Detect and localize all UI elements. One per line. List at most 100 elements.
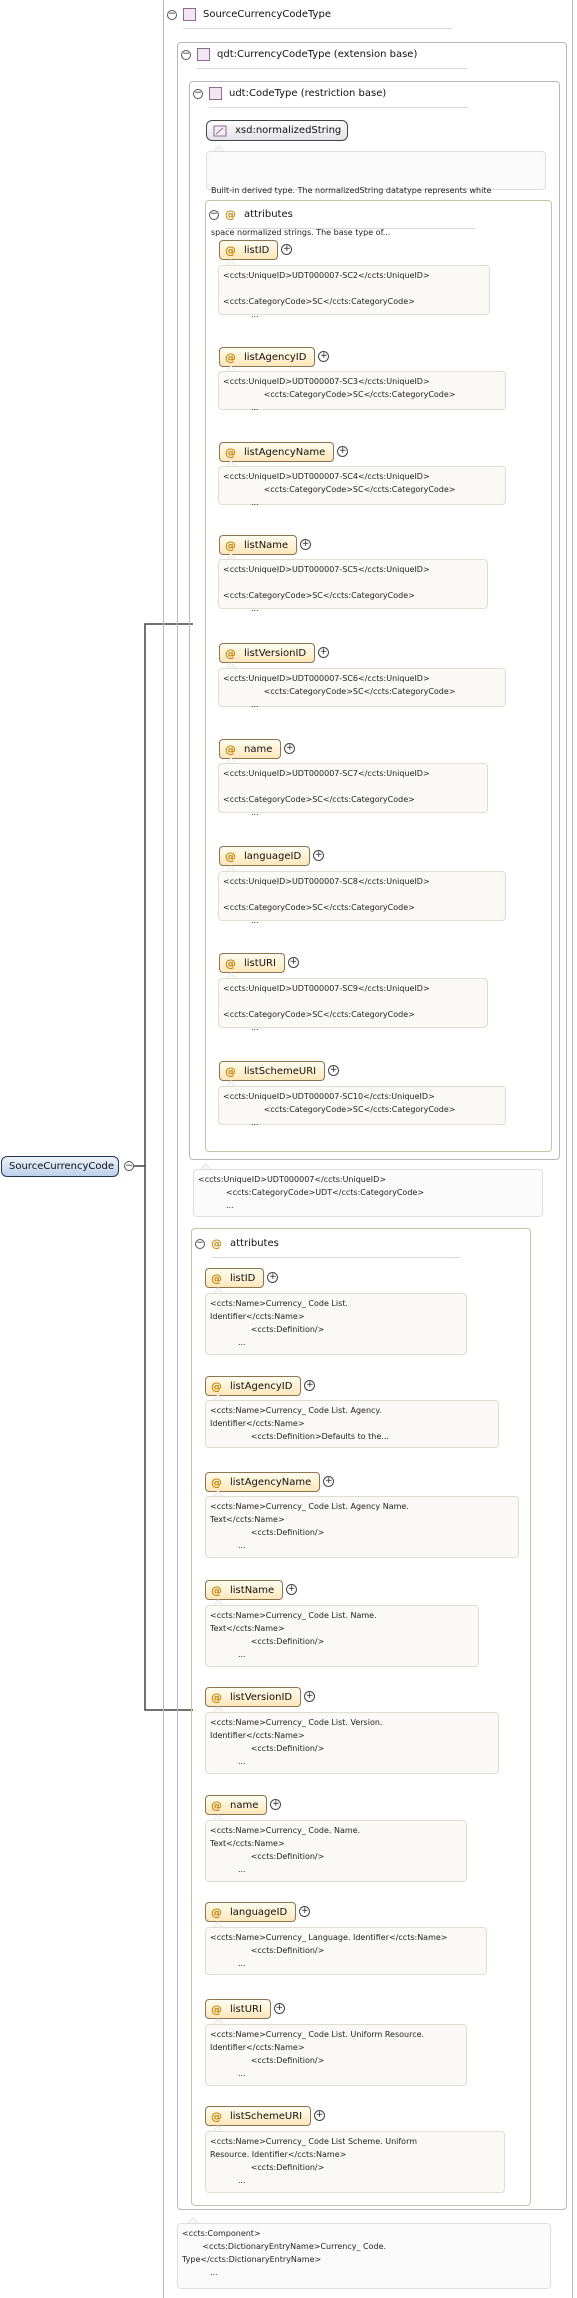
complex-type-icon: [183, 8, 196, 21]
inner-attribute-name[interactable]: @ name: [219, 739, 282, 759]
outer-attribute-languageID[interactable]: @ languageID: [205, 1902, 297, 1922]
component-doc: <ccts:Component> <ccts:DictionaryEntryNa…: [177, 2223, 551, 2289]
extension-toggle[interactable]: −: [181, 49, 191, 60]
restriction-icon: [209, 87, 222, 100]
attribute-icon: @: [211, 1798, 222, 1812]
attribute-icon: @: [211, 1379, 222, 1393]
extension-label: qdt:CurrencyCodeType (extension base): [217, 49, 418, 60]
attribute-label: listURI: [230, 2003, 262, 2015]
normalized-string-box[interactable]: xsd:normalizedString: [206, 120, 348, 141]
outer-attribute-listURI[interactable]: @ listURI: [205, 1999, 271, 2019]
restriction-header[interactable]: − udt:CodeType (restriction base): [193, 87, 386, 100]
attribute-icon: @: [225, 350, 236, 364]
attribute-label: listAgencyID: [244, 351, 307, 363]
normalized-string-doc-line-1: Built-in derived type. The normalizedStr…: [211, 186, 492, 195]
attribute-label: name: [230, 1799, 259, 1811]
normalized-string-doc: Built-in derived type. The normalizedStr…: [206, 151, 546, 237]
attribute-icon: @: [211, 1583, 222, 1597]
outer-attributes-toggle[interactable]: −: [195, 1238, 205, 1249]
attribute-label: listAgencyName: [244, 446, 326, 458]
restriction-divider: [209, 107, 469, 108]
inner-attributes-divider: [225, 228, 475, 229]
inner-attributes-header[interactable]: − @ attributes: [209, 208, 293, 221]
extension-icon: [197, 48, 210, 61]
attribute-label: listAgencyName: [230, 1476, 312, 1488]
restriction-doc: <ccts:UniqueID>UDT000007</ccts:UniqueID>…: [193, 1169, 543, 1217]
attribute-documentation: <ccts:UniqueID>UDT000007-SC10</ccts:Uniq…: [218, 1086, 506, 1127]
restriction-label: udt:CodeType (restriction base): [229, 88, 387, 99]
root-collapse-toggle[interactable]: −: [124, 1161, 134, 1171]
inner-attribute-listName[interactable]: @ listName: [219, 535, 298, 555]
inner-attributes-label: attributes: [244, 209, 293, 220]
extension-header[interactable]: − qdt:CurrencyCodeType (extension base): [181, 48, 417, 61]
attribute-documentation: <ccts:UniqueID>UDT000007-SC2</ccts:Uniqu…: [218, 265, 490, 319]
attribute-documentation: <ccts:UniqueID>UDT000007-SC3</ccts:Uniqu…: [218, 371, 506, 412]
attribute-documentation: <ccts:Name>Currency_ Code List. Agency. …: [205, 1400, 499, 1448]
attribute-documentation: <ccts:UniqueID>UDT000007-SC8</ccts:Uniqu…: [218, 871, 506, 925]
restriction-toggle[interactable]: −: [193, 88, 203, 99]
inner-attributes-toggle[interactable]: −: [209, 209, 219, 220]
inner-attribute-listVersionID[interactable]: @ listVersionID: [219, 643, 316, 663]
attribute-documentation: <ccts:UniqueID>UDT000007-SC9</ccts:Uniqu…: [218, 978, 488, 1032]
inner-attribute-listURI[interactable]: @ listURI: [219, 953, 285, 973]
inner-attribute-listAgencyName[interactable]: @ listAgencyName: [219, 442, 335, 462]
attribute-label: listSchemeURI: [244, 1065, 317, 1077]
outer-attribute-listName[interactable]: @ listName: [205, 1580, 284, 1600]
attribute-icon: @: [225, 956, 236, 970]
attribute-documentation: <ccts:Name>Currency_ Code List. Identifi…: [205, 1293, 467, 1355]
attribute-documentation: <ccts:Name>Currency_ Code List. Version.…: [205, 1712, 499, 1774]
attribute-documentation: <ccts:Name>Currency_ Code List. Agency N…: [205, 1496, 519, 1558]
attributes-icon: @: [211, 1237, 222, 1250]
attribute-icon: @: [211, 2109, 222, 2123]
outer-attributes-divider: [211, 1257, 461, 1258]
simple-type-icon: [213, 125, 227, 136]
attribute-icon: @: [225, 243, 236, 257]
complex-type-divider: [183, 28, 453, 29]
attribute-icon: @: [211, 1690, 222, 1704]
inner-attribute-listAgencyID[interactable]: @ listAgencyID: [219, 347, 316, 367]
attribute-documentation: <ccts:UniqueID>UDT000007-SC5</ccts:Uniqu…: [218, 559, 488, 613]
attribute-icon: @: [225, 742, 236, 756]
attribute-icon: @: [211, 1475, 222, 1489]
attribute-documentation: <ccts:UniqueID>UDT000007-SC6</ccts:Uniqu…: [218, 668, 506, 709]
outer-attributes-label: attributes: [230, 1238, 279, 1249]
attribute-label: listName: [244, 539, 289, 551]
attribute-documentation: <ccts:UniqueID>UDT000007-SC4</ccts:Uniqu…: [218, 466, 506, 507]
extension-divider: [197, 68, 467, 69]
outer-attribute-listID[interactable]: @ listID: [205, 1268, 265, 1288]
attributes-icon: @: [225, 208, 236, 221]
attribute-label: listID: [244, 244, 270, 256]
attribute-label: listID: [230, 1272, 256, 1284]
normalized-string-label: xsd:normalizedString: [235, 125, 342, 136]
attribute-label: listVersionID: [244, 647, 307, 659]
attribute-label: listVersionID: [230, 1691, 293, 1703]
attribute-documentation: <ccts:Name>Currency_ Code List. Name. Te…: [205, 1605, 479, 1667]
outer-attribute-listAgencyName[interactable]: @ listAgencyName: [205, 1472, 321, 1492]
complex-type-toggle[interactable]: −: [167, 9, 177, 20]
root-element-label: SourceCurrencyCode: [9, 1161, 114, 1172]
outer-attribute-listVersionID[interactable]: @ listVersionID: [205, 1687, 302, 1707]
attribute-documentation: <ccts:UniqueID>UDT000007-SC7</ccts:Uniqu…: [218, 763, 488, 817]
outer-attribute-listAgencyID[interactable]: @ listAgencyID: [205, 1376, 302, 1396]
inner-attribute-languageID[interactable]: @ languageID: [219, 846, 311, 866]
attribute-icon: @: [211, 1271, 222, 1285]
root-element-box[interactable]: SourceCurrencyCode: [1, 1156, 119, 1177]
outer-attributes-header[interactable]: − @ attributes: [195, 1237, 279, 1250]
inner-attribute-listID[interactable]: @ listID: [219, 240, 279, 260]
outer-attribute-name[interactable]: @ name: [205, 1795, 268, 1815]
attribute-icon: @: [225, 538, 236, 552]
attribute-documentation: <ccts:Name>Currency_ Language. Identifie…: [205, 1927, 487, 1975]
attribute-label: listName: [230, 1584, 275, 1596]
expand-plus-icon[interactable]: +: [287, 957, 299, 968]
attribute-icon: @: [225, 1064, 236, 1078]
attribute-label: listAgencyID: [230, 1380, 293, 1392]
attribute-icon: @: [225, 849, 236, 863]
inner-attribute-listSchemeURI[interactable]: @ listSchemeURI: [219, 1061, 326, 1081]
attribute-label: listURI: [244, 957, 276, 969]
attribute-label: name: [244, 743, 273, 755]
complex-type-header[interactable]: − SourceCurrencyCodeType: [167, 8, 331, 21]
expand-plus-icon[interactable]: +: [273, 2003, 285, 2014]
outer-attribute-listSchemeURI[interactable]: @ listSchemeURI: [205, 2106, 312, 2126]
attribute-icon: @: [225, 445, 236, 459]
attribute-documentation: <ccts:Name>Currency_ Code. Name. Text</c…: [205, 1820, 467, 1882]
